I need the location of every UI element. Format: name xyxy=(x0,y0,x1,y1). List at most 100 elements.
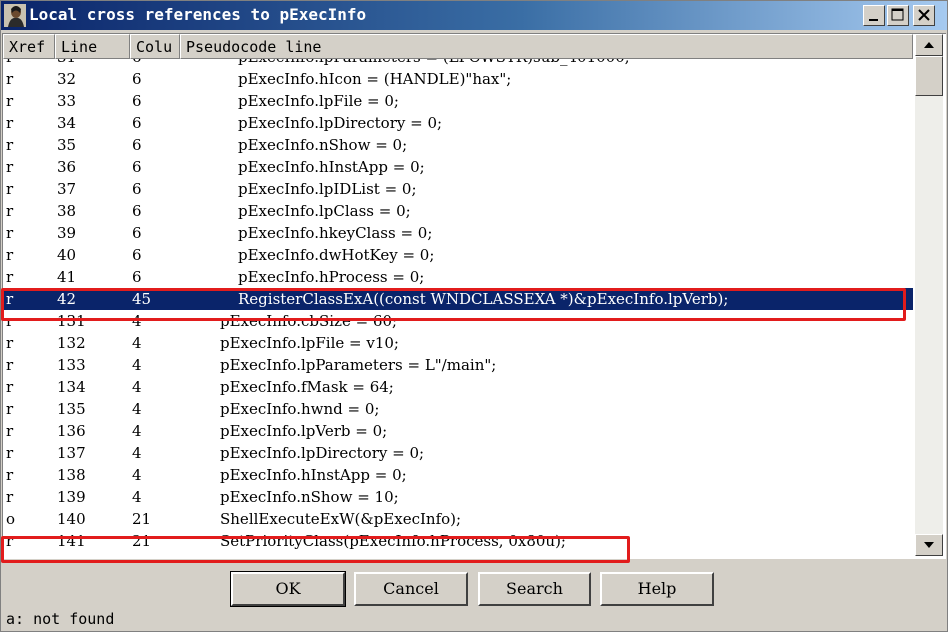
title-bar[interactable]: Local cross references to pExecInfo xyxy=(1,1,947,30)
table-row[interactable]: r 41 6 pExecInfo.hProcess = 0; xyxy=(3,266,913,288)
row-xref: r xyxy=(6,136,14,154)
table-row[interactable]: r 39 6 pExecInfo.hkeyClass = 0; xyxy=(3,222,913,244)
row-pseudocode: ShellExecuteExW(&pExecInfo); xyxy=(220,510,462,528)
row-xref: r xyxy=(6,202,14,220)
table-row[interactable]: r 136 4 pExecInfo.lpVerb = 0; xyxy=(3,420,913,442)
row-line: 37 xyxy=(57,180,77,198)
close-button[interactable] xyxy=(913,5,935,26)
table-row[interactable]: r 40 6 pExecInfo.dwHotKey = 0; xyxy=(3,244,913,266)
row-pseudocode: pExecInfo.lpClass = 0; xyxy=(238,202,411,220)
window-title: Local cross references to pExecInfo xyxy=(29,5,367,24)
vertical-scrollbar[interactable] xyxy=(915,34,943,556)
row-column: 6 xyxy=(132,158,142,176)
column-header-xref[interactable]: Xref xyxy=(3,34,55,59)
row-column: 21 xyxy=(132,532,152,550)
row-pseudocode: pExecInfo.lpParameters = L"/main"; xyxy=(220,356,497,374)
row-xref: r xyxy=(6,356,14,374)
row-line: 41 xyxy=(57,268,77,286)
column-header-pseudocode[interactable]: Pseudocode line xyxy=(180,34,913,59)
table-row[interactable]: r 133 4 pExecInfo.lpParameters = L"/main"; xyxy=(3,354,913,376)
ok-button[interactable]: OK xyxy=(230,571,346,607)
column-header-column[interactable]: Colu xyxy=(130,34,180,59)
scroll-thumb[interactable] xyxy=(915,56,943,96)
row-column: 6 xyxy=(132,136,142,154)
row-line: 34 xyxy=(57,114,77,132)
row-line: 133 xyxy=(57,356,86,374)
row-xref: r xyxy=(6,488,14,506)
minimize-icon xyxy=(869,19,878,21)
row-column: 6 xyxy=(132,59,142,68)
row-line: 137 xyxy=(57,444,86,462)
help-button[interactable]: Help xyxy=(600,572,714,606)
row-xref: r xyxy=(6,70,14,88)
row-column: 4 xyxy=(132,422,142,440)
row-xref: r xyxy=(6,400,14,418)
row-column: 6 xyxy=(132,224,142,242)
row-line: 39 xyxy=(57,224,77,242)
table-row[interactable]: r 132 4 pExecInfo.lpFile = v10; xyxy=(3,332,913,354)
row-xref: r xyxy=(6,444,14,462)
row-pseudocode: pExecInfo.lpVerb = 0; xyxy=(220,422,388,440)
row-column: 45 xyxy=(132,290,152,308)
table-row[interactable]: r 37 6 pExecInfo.lpIDList = 0; xyxy=(3,178,913,200)
row-pseudocode: pExecInfo.hkeyClass = 0; xyxy=(238,224,433,242)
list-rows: r 31 6 pExecInfo.lpParameters = (LPCWSTR)su… xyxy=(3,59,913,559)
row-pseudocode: pExecInfo.lpFile = 0; xyxy=(238,92,399,110)
row-xref: r xyxy=(6,466,14,484)
row-column: 6 xyxy=(132,92,142,110)
row-pseudocode: pExecInfo.hIcon = (HANDLE)"hax"; xyxy=(238,70,512,88)
row-column: 4 xyxy=(132,444,142,462)
xref-dialog: Local cross references to pExecInfo Xref… xyxy=(0,0,948,632)
table-row[interactable]: r 31 6 pExecInfo.lpParameters = (LPCWSTR)su… xyxy=(3,59,913,68)
row-line: 42 xyxy=(57,290,77,308)
row-line: 33 xyxy=(57,92,77,110)
table-row[interactable]: r 137 4 pExecInfo.lpDirectory = 0; xyxy=(3,442,913,464)
row-line: 136 xyxy=(57,422,86,440)
maximize-button[interactable] xyxy=(887,5,909,26)
table-row[interactable]: r 131 4 pExecInfo.cbSize = 60; xyxy=(3,310,913,332)
xref-list[interactable]: Xref Line Colu Pseudocode line r 31 6 pExec… xyxy=(2,33,946,559)
row-pseudocode: pExecInfo.fMask = 64; xyxy=(220,378,394,396)
row-column: 4 xyxy=(132,378,142,396)
table-row[interactable]: r 36 6 pExecInfo.hInstApp = 0; xyxy=(3,156,913,178)
table-row[interactable]: r 38 6 pExecInfo.lpClass = 0; xyxy=(3,200,913,222)
row-xref: r xyxy=(6,268,14,286)
scroll-down-button[interactable] xyxy=(915,534,943,556)
row-line: 40 xyxy=(57,246,77,264)
status-text: a: not found xyxy=(6,610,115,628)
search-button[interactable]: Search xyxy=(478,572,591,606)
row-xref: r xyxy=(6,59,13,68)
table-row[interactable]: r 35 6 pExecInfo.nShow = 0; xyxy=(3,134,913,156)
table-row[interactable]: r 138 4 pExecInfo.hInstApp = 0; xyxy=(3,464,913,486)
row-column: 4 xyxy=(132,488,142,506)
row-pseudocode: pExecInfo.lpFile = v10; xyxy=(220,334,399,352)
list-header: Xref Line Colu Pseudocode line xyxy=(3,34,913,59)
row-column: 4 xyxy=(132,400,142,418)
row-pseudocode: pExecInfo.hInstApp = 0; xyxy=(220,466,407,484)
row-xref: r xyxy=(6,180,14,198)
table-row[interactable]: r 139 4 pExecInfo.nShow = 10; xyxy=(3,486,913,508)
table-row[interactable]: r 33 6 pExecInfo.lpFile = 0; xyxy=(3,90,913,112)
table-row[interactable]: r 135 4 pExecInfo.hwnd = 0; xyxy=(3,398,913,420)
row-column: 6 xyxy=(132,114,142,132)
row-xref: r xyxy=(6,290,14,308)
row-xref: r xyxy=(6,92,14,110)
table-row[interactable]: r 34 6 pExecInfo.lpDirectory = 0; xyxy=(3,112,913,134)
scroll-up-button[interactable] xyxy=(915,34,943,56)
table-row[interactable]: r 32 6 pExecInfo.hIcon = (HANDLE)"hax"; xyxy=(3,68,913,90)
row-pseudocode: pExecInfo.hProcess = 0; xyxy=(238,268,425,286)
table-row[interactable]: o 140 21 ShellExecuteExW(&pExecInfo); xyxy=(3,508,913,530)
row-xref: r xyxy=(6,312,14,330)
table-row[interactable]: r 141 21 SetPriorityClass(pExecInfo.hProces… xyxy=(3,530,913,552)
row-xref: r xyxy=(6,422,14,440)
column-header-line[interactable]: Line xyxy=(55,34,130,59)
row-line: 132 xyxy=(57,334,86,352)
row-xref: r xyxy=(6,158,14,176)
row-line: 131 xyxy=(57,312,86,330)
row-pseudocode: pExecInfo.lpParameters = (LPCWSTR)sub_40… xyxy=(238,59,630,68)
table-row[interactable]: r 42 45 RegisterClassExA((const WNDCLASSEXA… xyxy=(3,288,913,310)
cancel-button[interactable]: Cancel xyxy=(354,572,468,606)
row-pseudocode: pExecInfo.dwHotKey = 0; xyxy=(238,246,435,264)
minimize-button[interactable] xyxy=(863,5,885,26)
table-row[interactable]: r 134 4 pExecInfo.fMask = 64; xyxy=(3,376,913,398)
